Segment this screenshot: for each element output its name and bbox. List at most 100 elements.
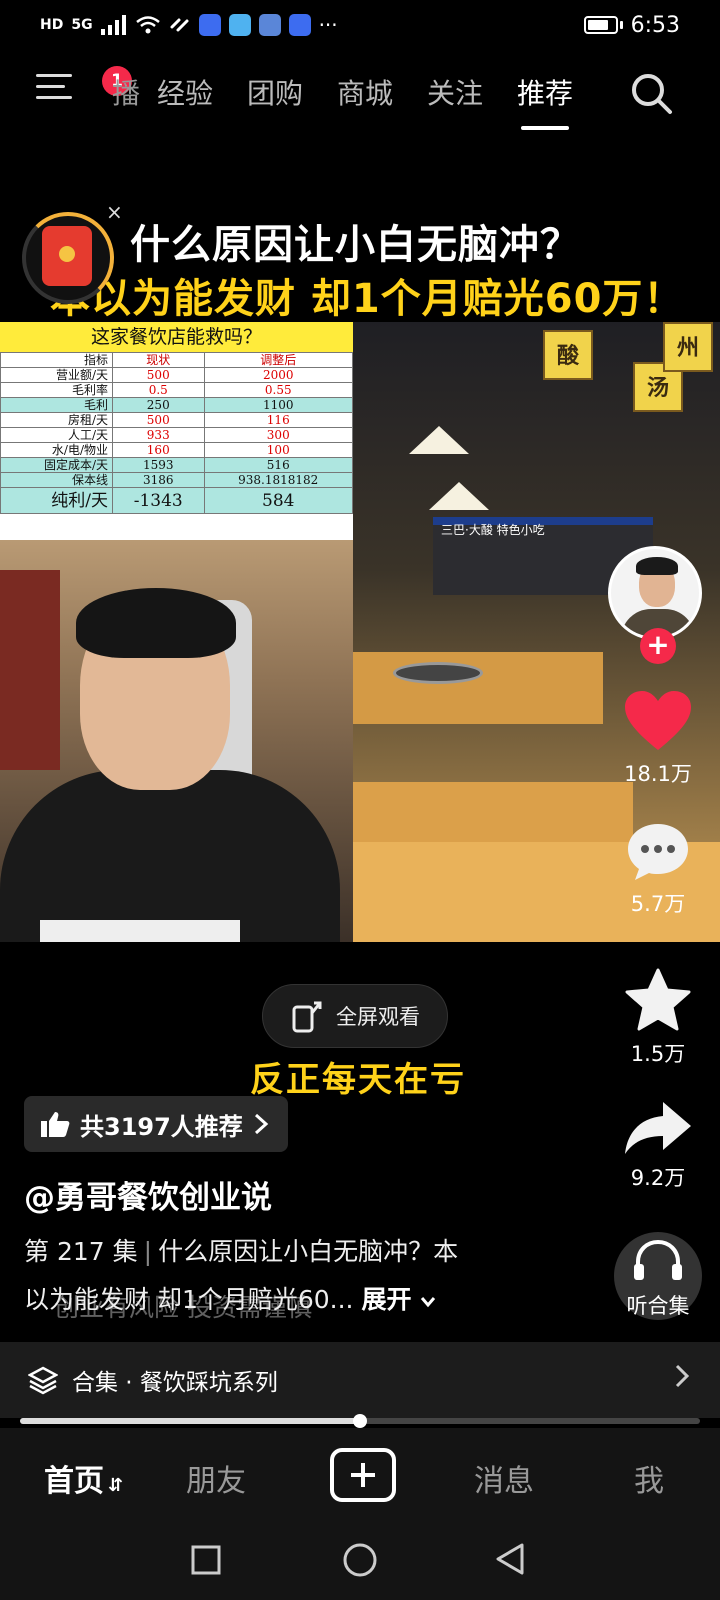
nav-home[interactable]: 首页 ⇵ (44, 1456, 123, 1500)
table-row: 毛利率 0.5 0.55 (0, 382, 353, 398)
share-button[interactable]: 9.2万 (598, 1100, 718, 1192)
home-circle-icon[interactable] (342, 1542, 378, 1578)
description-line-1: 什么原因让小白无脑冲？本 (158, 1237, 459, 1266)
table-cell: 1100 (203, 397, 353, 413)
table-cell: 100 (203, 442, 353, 458)
table-row: 房租/天 500 116 (0, 412, 353, 428)
search-icon (632, 74, 672, 114)
tab-live[interactable]: 播 (108, 72, 140, 112)
nav-friends[interactable]: 朋友 (186, 1456, 246, 1500)
table-cell: 现状 (112, 352, 205, 368)
clock: 6:53 (630, 12, 680, 38)
share-count: 9.2万 (630, 1166, 686, 1190)
table-cell: -1343 (112, 487, 205, 514)
author-name[interactable]: @勇哥餐饮创业说 (24, 1172, 272, 1217)
menu-button[interactable]: 1 (36, 66, 132, 104)
nav-messages[interactable]: 消息 (474, 1456, 534, 1500)
video-title-banner: 什么原因让小白无脑冲？ 本以为能发财 却1个月赔光60万！ × (0, 200, 720, 322)
post-description-continued: 以为能发财 却1个月赔光60... 展开 (24, 1280, 604, 1316)
table-cell: 水/电/物业 (0, 442, 113, 458)
menu-icon (36, 74, 72, 77)
expand-button[interactable]: 展开 (362, 1285, 437, 1314)
video-progress-bar[interactable] (20, 1414, 700, 1428)
table-row: 毛利 250 1100 (0, 397, 353, 413)
chevron-down-icon (421, 1297, 436, 1308)
app-notification-icon (198, 14, 221, 36)
fullscreen-label: 全屏观看 (336, 1005, 420, 1029)
table-cell: 160 (112, 442, 205, 458)
create-button[interactable] (330, 1448, 396, 1502)
banner-subtitle: 本以为能发财 却1个月赔光60万！ (50, 276, 685, 322)
table-cell: 纯利/天 (0, 487, 113, 514)
recommend-pill[interactable]: 共3197人推荐 (24, 1096, 288, 1152)
plus-icon (351, 1463, 375, 1487)
heart-icon (625, 691, 691, 750)
table-cell: 500 (112, 412, 205, 428)
collection-bar[interactable]: 合集 · 餐饮踩坑系列 (0, 1342, 720, 1418)
battery-icon (583, 16, 618, 34)
thumbs-up-icon (41, 1112, 70, 1137)
table-cell: 保本线 (0, 472, 113, 488)
collection-label: 合集 · 餐饮踩坑系列 (72, 1370, 278, 1396)
battery-tip (619, 21, 623, 29)
table-cell: 1593 (112, 457, 205, 473)
tab-experience[interactable]: 经验 (140, 72, 230, 112)
tab-mall[interactable]: 商城 (320, 72, 410, 112)
close-icon[interactable]: × (106, 200, 123, 224)
search-button[interactable] (630, 72, 674, 116)
post-description: 第 217 集 | 什么原因让小白无脑冲？本 (24, 1232, 584, 1268)
sheet-title: 这家餐饮店能救吗？ (0, 322, 353, 352)
favorite-button[interactable]: 1.5万 (598, 968, 718, 1068)
like-button[interactable]: 18.1万 (598, 690, 718, 788)
system-nav-bar (0, 1524, 720, 1600)
refresh-arrows-icon: ⇵ (108, 1475, 124, 1496)
tab-group-buy[interactable]: 团购 (230, 72, 320, 112)
signal-icon (100, 15, 126, 35)
avatar-hair (636, 557, 678, 575)
progress-handle[interactable] (353, 1414, 367, 1428)
table-cell: 2000 (203, 367, 353, 383)
ceiling-lamp (429, 482, 489, 510)
chevron-right-icon (675, 1364, 690, 1388)
app-notification-icon (288, 14, 311, 36)
table-row: 保本线 3186 938.1818182 (0, 472, 353, 488)
presenter-video (0, 540, 353, 942)
tab-following[interactable]: 关注 (410, 72, 500, 112)
table-cell: 584 (203, 487, 353, 514)
table-cell: 固定成本/天 (0, 457, 113, 473)
layers-icon (28, 1366, 58, 1395)
app-notification-icon (258, 14, 281, 36)
separator: | (143, 1237, 153, 1266)
hotpot (393, 662, 483, 684)
red-packet-icon[interactable] (42, 226, 92, 286)
follow-button[interactable]: + (640, 628, 676, 664)
nav-me[interactable]: 我 (634, 1456, 664, 1500)
recents-icon[interactable] (190, 1544, 222, 1576)
share-icon (625, 1102, 691, 1154)
table-cell: 116 (203, 412, 353, 428)
comment-button[interactable]: 5.7万 (598, 822, 718, 918)
expand-label: 展开 (361, 1285, 412, 1314)
status-bar: HD 5G ··· 6:53 (0, 0, 720, 50)
menu-icon (36, 85, 65, 88)
comment-count: 5.7万 (630, 892, 686, 916)
comment-icon (628, 824, 688, 880)
table-cell: 调整后 (203, 352, 353, 368)
menu-icon (36, 96, 72, 99)
recommend-count: 共3197人推荐 (80, 1112, 243, 1141)
table-cell: 房租/天 (0, 412, 113, 428)
profit-spreadsheet: 这家餐饮店能救吗？ 指标 现状 调整后 营业额/天 500 2000 毛利率 0… (0, 322, 353, 540)
tab-recommend[interactable]: 推荐 (500, 72, 590, 130)
like-count: 18.1万 (624, 762, 692, 786)
table-cell: 250 (112, 397, 205, 413)
lantern: 酸 (543, 330, 593, 380)
back-icon[interactable] (494, 1542, 526, 1576)
fullscreen-button[interactable]: 全屏观看 (262, 984, 448, 1048)
table-row: 水/电/物业 160 100 (0, 442, 353, 458)
author-avatar[interactable] (608, 546, 702, 640)
episode-number: 第 217 集 (24, 1237, 138, 1266)
app-notification-icon (228, 14, 251, 36)
table-cell: 300 (203, 427, 353, 443)
table-row: 固定成本/天 1593 516 (0, 457, 353, 473)
table-cell: 毛利 (0, 397, 113, 413)
